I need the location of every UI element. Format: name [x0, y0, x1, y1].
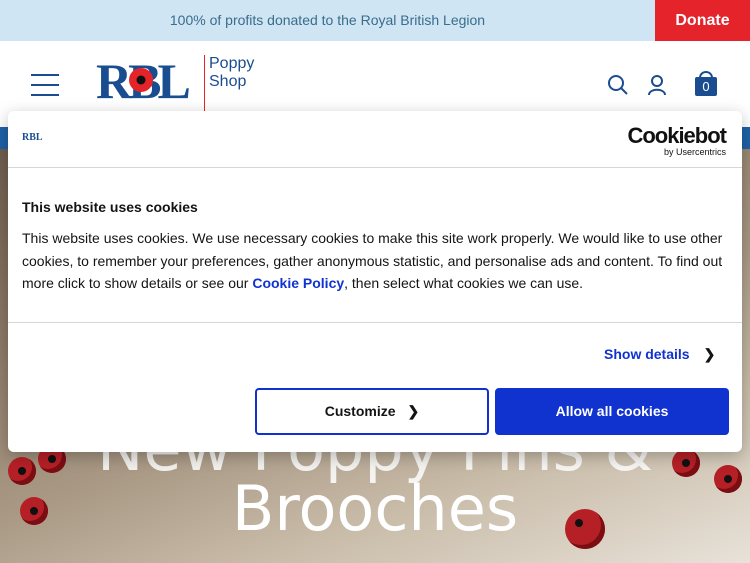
- announcement-bar: 100% of profits donated to the Royal Bri…: [0, 0, 750, 41]
- cookie-policy-link[interactable]: Cookie Policy: [252, 275, 344, 291]
- search-icon[interactable]: [607, 74, 629, 96]
- chevron-right-icon: ❯: [703, 346, 716, 362]
- customize-button[interactable]: Customize ❯: [255, 388, 489, 435]
- chevron-right-icon: ❯: [407, 403, 420, 419]
- cookie-dialog-header: RBL Cookiebot by Usercentrics: [8, 111, 742, 168]
- allow-all-cookies-button[interactable]: Allow all cookies: [495, 388, 729, 435]
- donate-button[interactable]: Donate: [655, 0, 750, 41]
- hero-headline-line2: Brooches: [231, 472, 519, 545]
- basket-button[interactable]: 0: [694, 68, 718, 96]
- site-logo[interactable]: RBL Poppy Shop: [96, 53, 258, 113]
- show-details-button[interactable]: Show details ❯: [604, 346, 715, 363]
- cookiebot-logo[interactable]: Cookiebot by Usercentrics: [627, 125, 727, 158]
- account-icon[interactable]: [646, 74, 668, 96]
- logo-text: Poppy Shop: [209, 55, 255, 90]
- menu-icon[interactable]: [31, 74, 59, 96]
- cookie-dialog-text: This website uses cookies. We use necess…: [22, 230, 723, 291]
- announcement-message: 100% of profits donated to the Royal Bri…: [169, 12, 486, 28]
- cookie-site-logo: RBL: [22, 132, 43, 143]
- cookie-dialog-title: This website uses cookies: [22, 199, 198, 215]
- cart-count: 0: [702, 79, 710, 94]
- cookie-dialog-divider: [8, 322, 742, 323]
- poppy-icon: [129, 68, 153, 92]
- cookie-consent-dialog: RBL Cookiebot by Usercentrics This websi…: [8, 111, 742, 452]
